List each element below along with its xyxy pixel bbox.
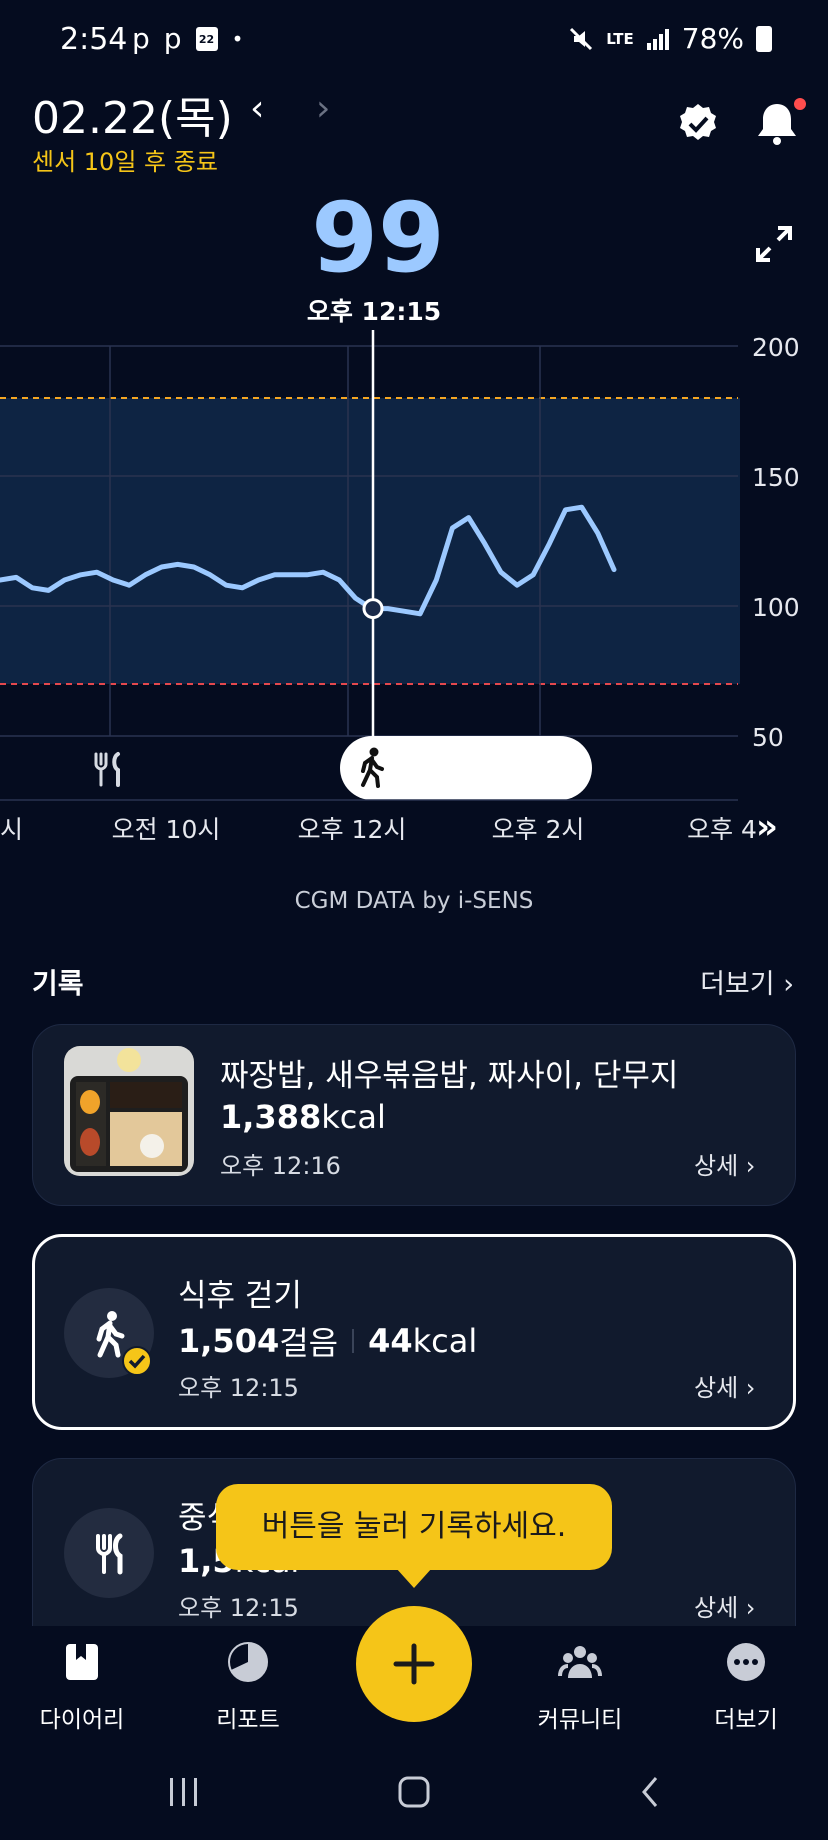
notification-p-icon: p: [163, 22, 182, 55]
network-type: LTE: [606, 29, 634, 48]
more-icon: [727, 1643, 765, 1681]
walk-steps-value: 1,504: [178, 1322, 280, 1360]
glucose-chart[interactable]: 200 150 100 50 시 오전 10시 오후 12시 오후 2시 오후 4»: [0, 330, 828, 840]
walk-detail-button[interactable]: 상세 ›: [694, 1368, 755, 1403]
prev-day-button[interactable]: ‹: [250, 88, 264, 129]
status-time: 2:54: [60, 22, 128, 57]
next-day-button[interactable]: ›: [316, 88, 330, 129]
battery-percent: 78%: [681, 22, 744, 55]
report-icon: [228, 1642, 268, 1682]
tooltip-arrow: [396, 1568, 432, 1588]
stat-divider: [352, 1329, 355, 1353]
lunch-record-icon-bg: [64, 1508, 154, 1598]
meal-record-kcal: 1,388kcal: [220, 1098, 386, 1136]
nav-more-label: 더보기: [714, 1707, 778, 1733]
nav-diary[interactable]: 다이어리: [12, 1640, 152, 1734]
meal-kcal-unit: kcal: [321, 1098, 386, 1136]
walk-kcal-value: 44: [368, 1322, 413, 1360]
nav-community-label: 커뮤니티: [537, 1707, 623, 1733]
community-icon: [558, 1646, 602, 1678]
x-tick-label: 오후 4: [687, 815, 757, 840]
date-title[interactable]: 02.22(목): [32, 82, 233, 146]
y-tick-label: 100: [752, 593, 800, 622]
nav-report[interactable]: 리포트: [178, 1640, 318, 1734]
diary-icon: [66, 1644, 98, 1680]
target-range-band: [0, 398, 740, 684]
nav-more[interactable]: 더보기: [676, 1640, 816, 1734]
lunch-record-time: 오후 12:15: [178, 1594, 299, 1622]
current-glucose-value: 99: [311, 182, 445, 294]
verified-badge-icon[interactable]: [676, 102, 720, 146]
meal-record-title: 짜장밥, 새우볶음밥, 짜사이, 단무지: [220, 1058, 679, 1094]
status-right: LTE 78%: [568, 22, 772, 55]
status-notification-icons: p p 22 •: [132, 22, 243, 55]
x-tick-label: 오후 12시: [298, 815, 407, 840]
nav-report-label: 리포트: [216, 1707, 280, 1733]
add-record-fab[interactable]: [356, 1606, 472, 1722]
plus-icon: [393, 1643, 435, 1685]
meal-detail-button[interactable]: 상세 ›: [694, 1146, 755, 1181]
back-icon[interactable]: [642, 1777, 658, 1807]
records-title: 기록: [32, 967, 84, 1000]
y-tick-label: 150: [752, 463, 800, 492]
recent-apps-icon[interactable]: [170, 1778, 197, 1806]
add-record-tooltip: 버튼을 눌러 기록하세요.: [216, 1484, 612, 1570]
sensor-notice: 센서 10일 후 종료: [32, 148, 218, 176]
notification-p-icon: p: [132, 22, 150, 55]
signal-icon: [646, 28, 669, 50]
meal-record-time: 오후 12:16: [220, 1152, 341, 1180]
status-dot: •: [231, 26, 244, 51]
walk-steps-unit: 걸음: [279, 1324, 339, 1362]
nav-diary-label: 다이어리: [39, 1707, 125, 1733]
meal-kcal-value: 1,388: [220, 1098, 322, 1136]
nav-community[interactable]: 커뮤니티: [510, 1640, 650, 1734]
mute-icon: [570, 27, 593, 50]
system-navigation-bar: [170, 1776, 658, 1808]
records-more-button[interactable]: 더보기 ›: [700, 962, 794, 1001]
y-tick-label: 200: [752, 333, 800, 362]
current-glucose-time: 오후 12:15: [306, 297, 442, 326]
x-tick-label: 오후 2시: [492, 815, 585, 840]
x-tick-label: 오전 10시: [112, 815, 221, 840]
meal-photo: [64, 1046, 194, 1176]
walk-record-time: 오후 12:15: [178, 1374, 299, 1402]
home-icon[interactable]: [398, 1776, 430, 1808]
x-tick-label: 시: [0, 815, 23, 840]
calendar-icon: 22: [195, 26, 218, 51]
check-badge-icon: [122, 1346, 152, 1376]
scroll-forward-icon[interactable]: »: [756, 807, 778, 840]
y-tick-label: 50: [752, 723, 784, 752]
walk-record-title: 식후 걷기: [178, 1278, 302, 1314]
walk-kcal-unit: kcal: [412, 1322, 478, 1360]
fork-knife-icon: [96, 1533, 123, 1575]
battery-icon: [756, 25, 772, 52]
selected-point[interactable]: [362, 598, 384, 620]
walk-record-stats: 1,504 걸음 44 kcal: [178, 1318, 477, 1364]
expand-icon[interactable]: [752, 222, 796, 266]
lunch-detail-button[interactable]: 상세 ›: [694, 1588, 755, 1623]
cgm-data-credit: CGM DATA by i-SENS: [294, 888, 534, 914]
meal-event-fork-knife-icon[interactable]: [94, 752, 120, 787]
notification-dot: [794, 98, 806, 110]
